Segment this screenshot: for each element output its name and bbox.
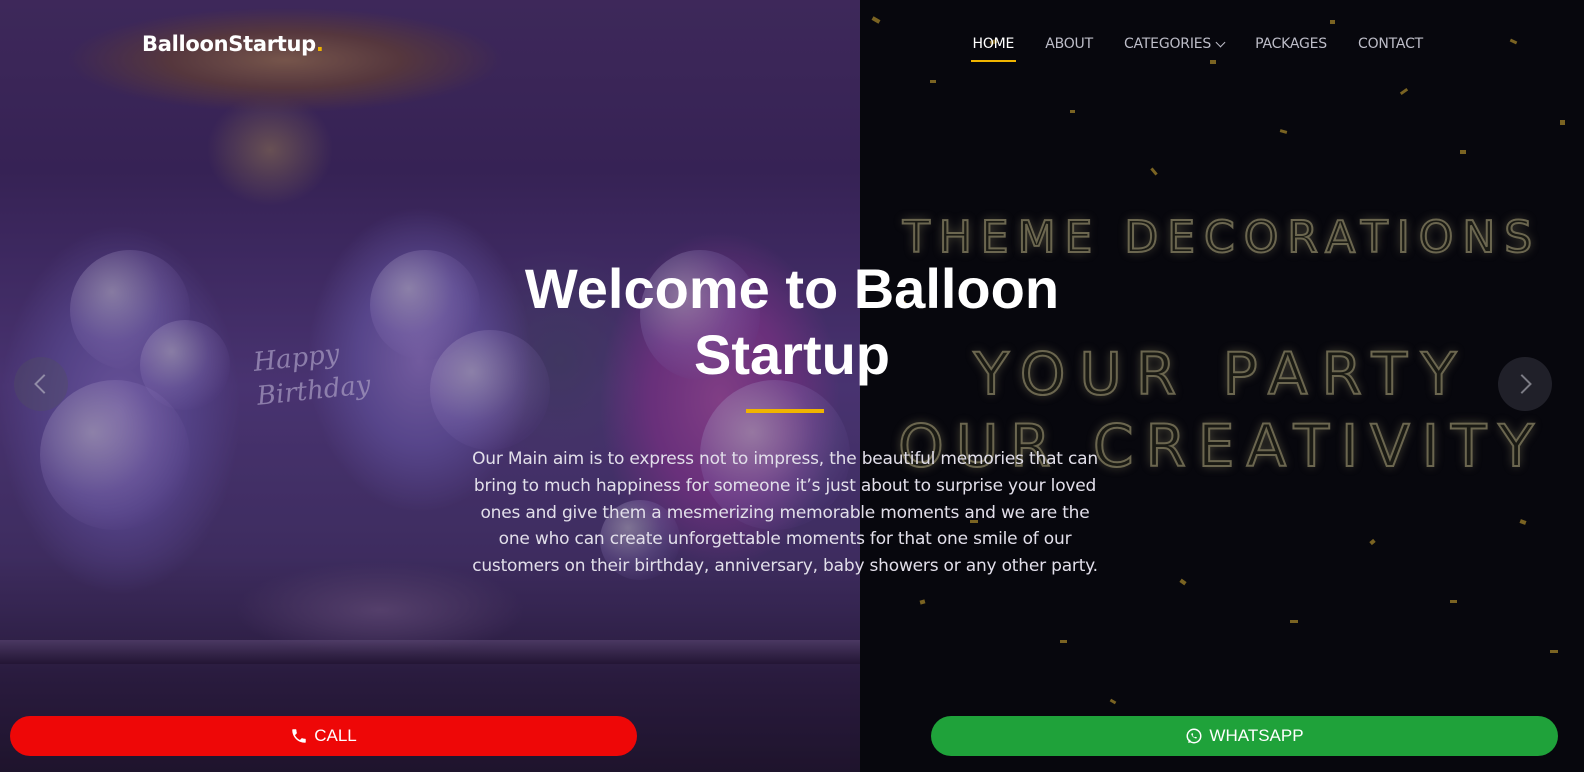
hero-description: Our Main aim is to express not to impres… xyxy=(472,449,1098,577)
chevron-right-icon xyxy=(1512,374,1532,394)
title-underline xyxy=(746,409,824,413)
nav-item-packages[interactable]: PACKAGES xyxy=(1255,36,1327,60)
chevron-left-icon xyxy=(34,374,54,394)
brand-logo[interactable]: BalloonStartup. xyxy=(142,32,324,56)
nav-item-about[interactable]: ABOUT xyxy=(1045,36,1093,60)
whatsapp-icon xyxy=(1186,728,1202,744)
phone-icon xyxy=(292,729,306,743)
chevron-down-icon xyxy=(1215,37,1226,47)
nav-item-categories[interactable]: CATEGORIES xyxy=(1124,36,1226,60)
carousel-next-button[interactable] xyxy=(1498,357,1552,411)
nav-item-contact[interactable]: CONTACT xyxy=(1358,36,1423,60)
nav-item-home[interactable]: HOME xyxy=(970,36,1016,62)
whatsapp-button[interactable]: WHATSAPP xyxy=(931,716,1558,756)
main-nav: HOME ABOUT CATEGORIES PACKAGES CONTACT xyxy=(970,36,1423,62)
hero-title: Welcome to Balloon Startup xyxy=(524,257,1060,386)
carousel-prev-button[interactable] xyxy=(14,357,68,411)
call-button[interactable]: CALL xyxy=(10,716,637,756)
